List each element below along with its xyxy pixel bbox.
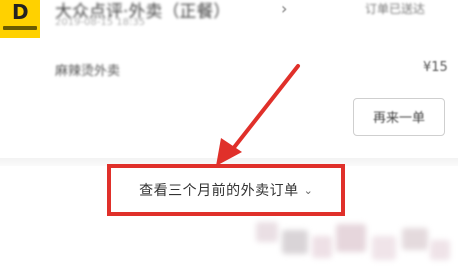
reorder-button[interactable]: 再来一单 xyxy=(353,98,445,136)
shop-logo: D xyxy=(0,0,40,38)
watermark-blur xyxy=(312,236,332,258)
annotation-arrow xyxy=(216,64,300,166)
watermark-blur xyxy=(430,240,450,260)
view-older-orders-link[interactable]: 查看三个月前的外卖订单 ⌄ xyxy=(107,164,345,216)
chevron-down-icon: ⌄ xyxy=(303,184,313,197)
order-price: ¥15 xyxy=(423,60,448,75)
annotation-arrow-shaft xyxy=(230,64,300,152)
reorder-button-label: 再来一单 xyxy=(372,110,425,125)
order-status: 订单已送达 xyxy=(365,2,426,16)
order-item-name: 麻辣烫外卖 xyxy=(55,64,121,79)
watermark-blur xyxy=(336,224,366,252)
shop-logo-caption xyxy=(3,26,37,30)
watermark-blur xyxy=(372,236,396,260)
order-time: 2019-08-15 18:35 xyxy=(55,17,146,28)
watermark-blur xyxy=(402,228,428,250)
watermark-blur xyxy=(256,222,278,242)
view-older-orders-label: 查看三个月前的外卖订单 xyxy=(139,183,299,199)
watermark-blur xyxy=(282,230,308,254)
shop-logo-letter: D xyxy=(12,0,29,24)
chevron-right-icon[interactable]: › xyxy=(281,0,287,18)
